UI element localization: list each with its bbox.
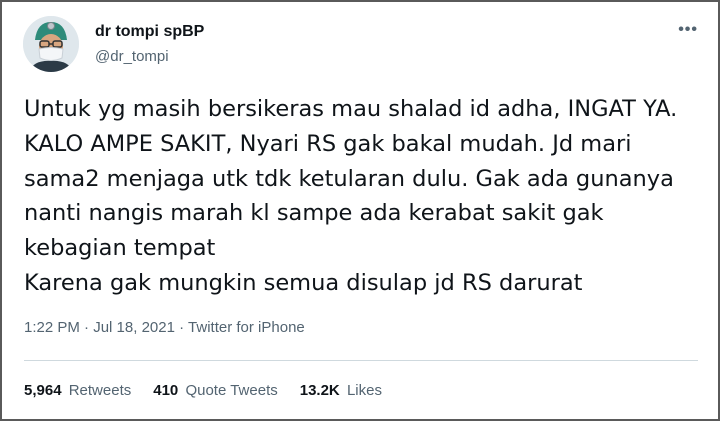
avatar[interactable] <box>23 16 79 72</box>
retweets-count: 5,964 <box>24 382 62 399</box>
quote-tweets-count: 410 <box>153 382 179 399</box>
meta-separator: · <box>84 319 94 336</box>
divider <box>24 360 698 361</box>
meta-separator: · <box>179 319 189 336</box>
tweet-stats: 5,964 Retweets 410 Quote Tweets 13.2K Li… <box>24 382 382 399</box>
tweet-text: Untuk yg masih bersikeras mau shalad id … <box>24 96 678 296</box>
likes-label: Likes <box>346 382 382 399</box>
more-horizontal-icon[interactable]: ••• <box>678 21 698 39</box>
tweet-time[interactable]: 1:22 PM <box>24 319 80 336</box>
quote-tweets-stat[interactable]: 410 Quote Tweets <box>153 382 277 399</box>
quote-tweets-label: Quote Tweets <box>185 382 278 399</box>
tweet-source[interactable]: Twitter for iPhone <box>188 319 305 336</box>
likes-count: 13.2K <box>299 382 340 399</box>
retweets-stat[interactable]: 5,964 Retweets <box>24 382 131 399</box>
tweet-card: dr tompi spBP @dr_tompi ••• Untuk yg mas… <box>0 0 720 421</box>
avatar-image <box>23 16 79 72</box>
likes-stat[interactable]: 13.2K Likes <box>300 382 382 399</box>
author-handle[interactable]: @dr_tompi <box>95 48 169 65</box>
tweet-date[interactable]: Jul 18, 2021 <box>93 319 175 336</box>
retweets-label: Retweets <box>68 382 132 399</box>
author-display-name[interactable]: dr tompi spBP <box>95 23 204 41</box>
tweet-meta: 1:22 PM · Jul 18, 2021 · Twitter for iPh… <box>24 319 305 336</box>
